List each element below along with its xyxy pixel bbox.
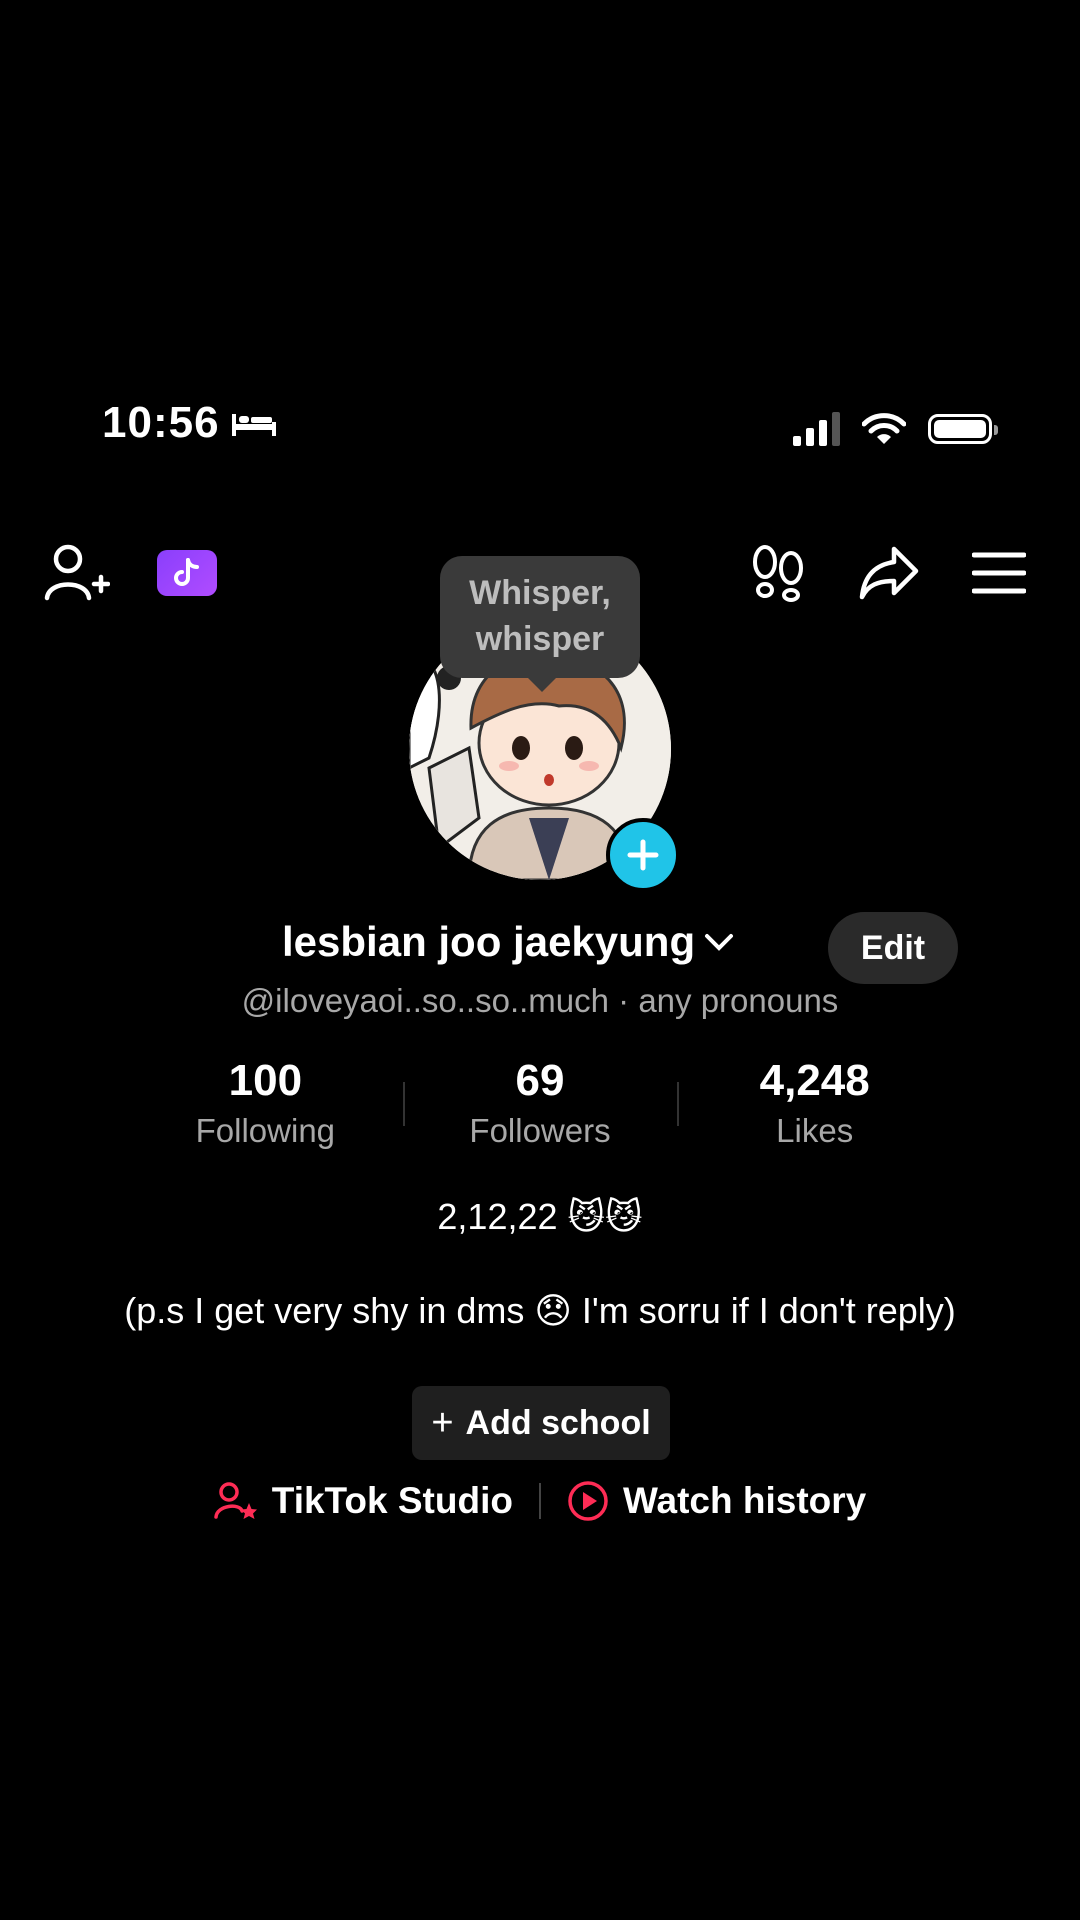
profile-links: TikTok Studio Watch history <box>0 1480 1080 1522</box>
profile-views-button[interactable] <box>746 540 812 606</box>
share-profile-button[interactable] <box>856 540 922 606</box>
ticket-button[interactable] <box>154 540 220 606</box>
stat-label: Followers <box>469 1112 611 1149</box>
profile-stats: 100 Following 69 Followers 4,248 Likes <box>128 1056 952 1150</box>
username: @iloveyaoi..so..so..much <box>241 982 609 1019</box>
display-name: lesbian joo jaekyung <box>282 918 696 965</box>
tiktok-studio-link[interactable]: TikTok Studio <box>214 1480 513 1522</box>
edit-profile-button[interactable]: Edit <box>828 912 958 984</box>
add-school-button[interactable]: + Add school <box>412 1386 670 1460</box>
tiktok-studio-label: TikTok Studio <box>271 1480 513 1521</box>
status-indicators <box>793 412 998 446</box>
stat-label: Likes <box>776 1112 854 1149</box>
name-row: lesbian joo jaekyung Edit <box>0 912 1080 984</box>
stat-value: 69 <box>515 1056 565 1105</box>
battery-icon <box>928 414 998 444</box>
pronouns: · any pronouns <box>618 982 839 1019</box>
avatar-add-button[interactable] <box>606 818 680 892</box>
stat-label: Following <box>195 1112 336 1149</box>
menu-button[interactable] <box>966 540 1032 606</box>
bio-line-1: 2,12,22 😼😼 <box>437 1196 643 1237</box>
play-circle-icon <box>568 1481 608 1521</box>
top-nav-left <box>44 540 220 606</box>
stat-value: 4,248 <box>759 1056 870 1105</box>
stat-likes[interactable]: 4,248 Likes <box>677 1056 952 1150</box>
wifi-icon <box>862 413 906 444</box>
hamburger-menu-icon <box>972 552 1026 594</box>
plus-icon <box>627 839 659 871</box>
tooltip-line-1: Whisper, <box>469 574 611 612</box>
chevron-down-icon <box>705 934 734 951</box>
tiktok-ticket-icon <box>157 550 217 596</box>
add-friend-button[interactable] <box>44 540 110 606</box>
whisper-tooltip[interactable]: Whisper, whisper <box>440 556 640 692</box>
username-line: @iloveyaoi..so..so..much · any pronouns <box>0 982 1080 1020</box>
stat-following[interactable]: 100 Following <box>128 1056 403 1150</box>
add-school-label: Add school <box>465 1403 651 1442</box>
add-user-icon <box>44 544 110 601</box>
creator-star-icon <box>214 1482 257 1519</box>
watch-history-link[interactable]: Watch history <box>567 1480 866 1522</box>
stat-followers[interactable]: 69 Followers <box>402 1056 678 1150</box>
plus-icon: + <box>431 1401 454 1444</box>
stat-value: 100 <box>228 1056 303 1105</box>
footprints-icon <box>753 545 803 602</box>
bed-icon <box>231 414 276 436</box>
divider <box>538 1483 541 1519</box>
share-arrow-icon <box>859 546 919 600</box>
display-name-switcher[interactable]: lesbian joo jaekyung <box>282 918 735 966</box>
watch-history-label: Watch history <box>622 1480 867 1521</box>
status-time: 10:56 <box>102 398 278 448</box>
tooltip-line-2: whisper <box>475 620 605 658</box>
cellular-signal-icon <box>793 412 840 446</box>
top-nav-right <box>746 540 1032 606</box>
bio-line-2: (p.s I get very shy in dms 😞 I'm sorru i… <box>124 1290 956 1331</box>
